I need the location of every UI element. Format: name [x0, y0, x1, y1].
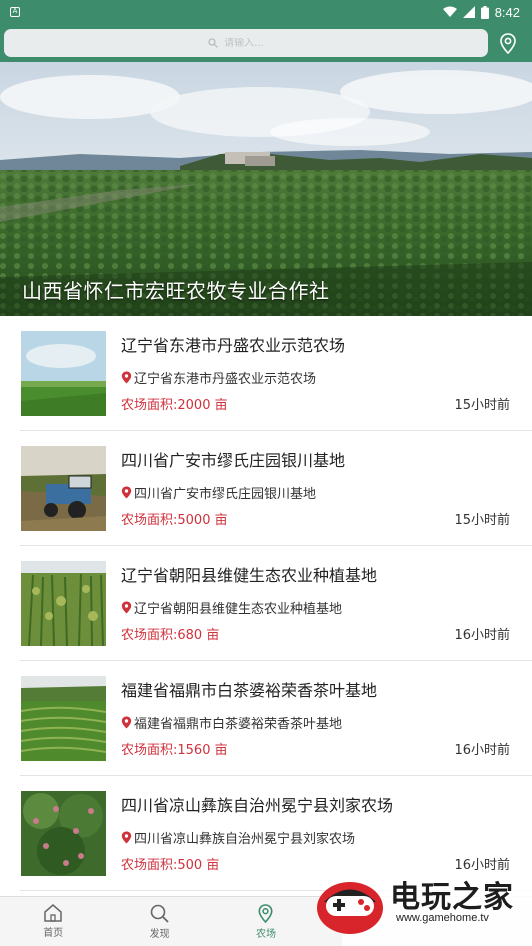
status-right: 8:42 — [442, 4, 520, 20]
gamepad-logo-icon — [317, 882, 383, 934]
battery-icon — [480, 5, 489, 19]
farm-thumbnail — [21, 446, 106, 531]
location-pin-icon — [121, 486, 132, 499]
farm-name: 辽宁省东港市丹盛农业示范农场 — [121, 336, 346, 355]
location-pin-icon — [121, 831, 132, 844]
farm-time: 15小时前 — [454, 513, 510, 528]
farm-address-text: 四川省广安市缪氏庄园银川基地 — [134, 487, 317, 502]
farm-area: 农场面积:1560 亩 — [121, 743, 228, 758]
farm-area: 农场面积:500 亩 — [121, 858, 220, 873]
farm-list-item[interactable]: 辽宁省朝阳县维健生态农业种植基地 辽宁省朝阳县维健生态农业种植基地 农场面积:6… — [20, 546, 532, 661]
nav-item-farm[interactable]: 农场 — [213, 897, 319, 946]
farm-address-text: 福建省福鼎市白茶婆裕荣香茶叶基地 — [134, 717, 343, 732]
farm-address: 辽宁省东港市丹盛农业示范农场 — [121, 368, 316, 387]
farm-time: 16小时前 — [454, 628, 510, 643]
nav-label: 发现 — [149, 928, 170, 940]
farm-list-item[interactable]: 福建省福鼎市白茶婆裕荣香茶叶基地 福建省福鼎市白茶婆裕荣香茶叶基地 农场面积:1… — [20, 661, 532, 776]
home-icon — [44, 904, 62, 922]
farm-list-item[interactable]: 四川省广安市缪氏庄园银川基地 四川省广安市缪氏庄园银川基地 农场面积:5000 … — [20, 431, 532, 546]
farm-thumbnail — [21, 331, 106, 416]
search-input[interactable] — [224, 37, 285, 49]
wifi-icon — [442, 6, 457, 17]
farm-address-text: 辽宁省东港市丹盛农业示范农场 — [134, 372, 317, 387]
farm-thumbnail — [21, 561, 106, 646]
farm-address: 福建省福鼎市白茶婆裕荣香茶叶基地 — [121, 713, 342, 732]
notification-icon: A — [10, 7, 20, 17]
location-button[interactable] — [488, 24, 528, 62]
farm-list-item[interactable]: 辽宁省东港市丹盛农业示范农场 辽宁省东港市丹盛农业示范农场 农场面积:2000 … — [20, 316, 532, 431]
farm-name: 四川省凉山彝族自治州冕宁县刘家农场 — [121, 796, 394, 815]
banner-title: 山西省怀仁市宏旺农牧专业合作社 — [22, 279, 330, 303]
farm-area: 农场面积:2000 亩 — [121, 398, 228, 413]
status-bar: A 8:42 — [0, 0, 532, 24]
watermark-title: 电玩之家 — [390, 880, 514, 915]
location-pin-icon — [121, 601, 132, 614]
farm-list: 辽宁省东港市丹盛农业示范农场 辽宁省东港市丹盛农业示范农场 农场面积:2000 … — [0, 316, 532, 891]
farm-time: 16小时前 — [454, 743, 510, 758]
farm-area: 农场面积:680 亩 — [121, 628, 220, 643]
farm-area: 农场面积:5000 亩 — [121, 513, 228, 528]
farm-time: 15小时前 — [454, 398, 510, 413]
location-pin-icon — [500, 32, 516, 54]
farm-address-text: 辽宁省朝阳县维健生态农业种植基地 — [134, 602, 343, 617]
farm-address: 辽宁省朝阳县维健生态农业种植基地 — [121, 598, 342, 617]
location-pin-icon — [258, 903, 273, 923]
search-box[interactable] — [4, 29, 489, 57]
nav-item-discover[interactable]: 发现 — [106, 897, 212, 946]
farm-address-text: 四川省凉山彝族自治州冕宁县刘家农场 — [134, 832, 356, 847]
search-icon — [150, 904, 169, 923]
search-row — [0, 24, 532, 62]
nav-label: 农场 — [255, 928, 276, 940]
status-time: 8:42 — [494, 4, 520, 20]
farm-thumbnail — [21, 676, 106, 761]
farm-name: 四川省广安市缪氏庄园银川基地 — [121, 451, 346, 470]
status-left: A — [10, 7, 20, 17]
farm-thumbnail — [21, 791, 106, 876]
farm-name: 辽宁省朝阳县维健生态农业种植基地 — [121, 566, 378, 585]
farm-address: 四川省凉山彝族自治州冕宁县刘家农场 — [121, 828, 355, 847]
banner[interactable]: 山西省怀仁市宏旺农牧专业合作社 — [0, 62, 532, 316]
nav-item-home[interactable]: 首页 — [0, 897, 106, 946]
nav-label: 首页 — [43, 928, 64, 939]
farm-address: 四川省广安市缪氏庄园银川基地 — [121, 483, 316, 502]
location-pin-icon — [121, 371, 132, 384]
location-pin-icon — [121, 716, 132, 729]
watermark-url: www.gamehome.tv — [396, 912, 489, 924]
search-icon — [208, 38, 218, 48]
watermark: 电玩之家 www.gamehome.tv — [312, 868, 532, 946]
signal-icon — [462, 6, 475, 18]
farm-name: 福建省福鼎市白茶婆裕荣香茶叶基地 — [121, 681, 378, 700]
